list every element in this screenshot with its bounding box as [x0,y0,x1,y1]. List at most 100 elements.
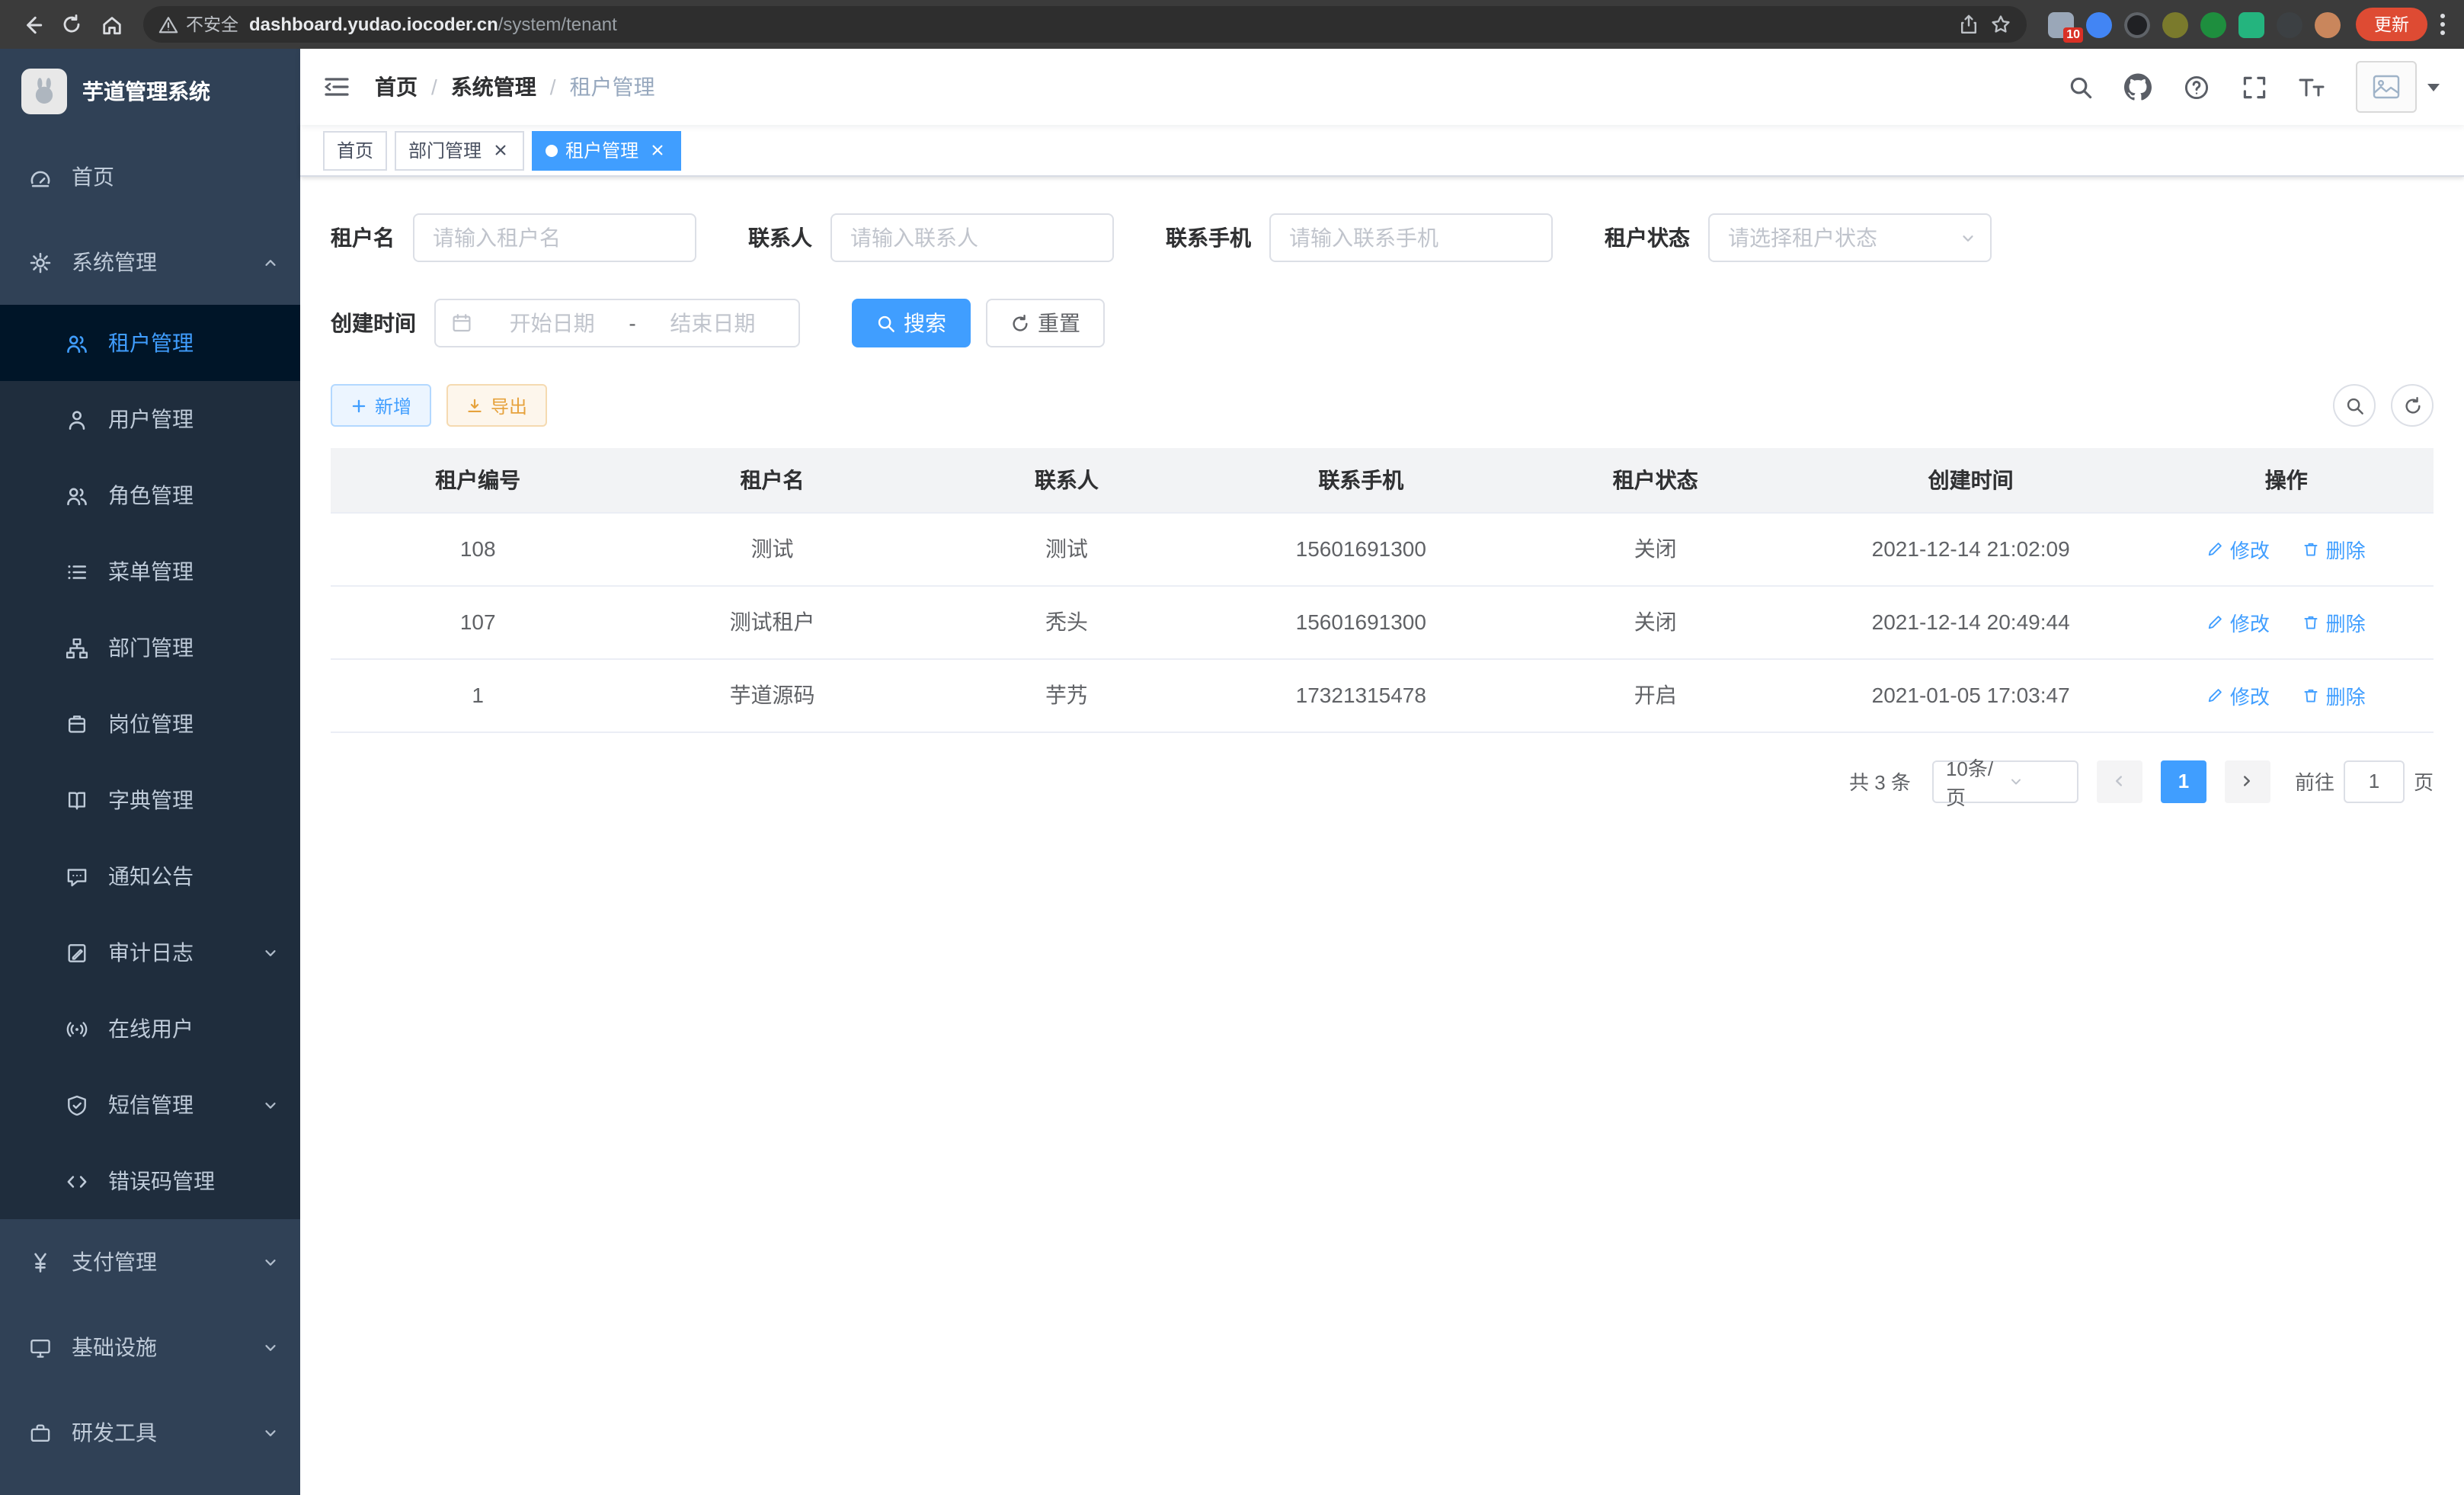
browser-menu-button[interactable] [2427,12,2452,37]
sidebar-item-devtools[interactable]: 研发工具 [0,1390,300,1475]
sidebar-item-dept[interactable]: 部门管理 [0,610,300,686]
sidebar-item-role[interactable]: 角色管理 [0,457,300,533]
sidebar-item-tenant[interactable]: 租户管理 [0,305,300,381]
question-icon [2183,74,2209,100]
sidebar-item-audit-log[interactable]: 审计日志 [0,914,300,991]
sidebar-item-post[interactable]: 岗位管理 [0,686,300,762]
browser-home-button[interactable] [91,5,131,44]
page-number-button[interactable]: 1 [2161,760,2206,802]
sidebar-item-sms[interactable]: 短信管理 [0,1067,300,1143]
extension-icon-5[interactable] [2200,11,2226,37]
sidebar-item-label: 通知公告 [108,861,194,892]
browser-update-button[interactable]: 更新 [2356,8,2427,41]
extension-icon-2[interactable] [2086,11,2112,37]
tab-close-button[interactable] [489,139,510,161]
header-search-button[interactable] [2060,67,2100,107]
page-size-select[interactable]: 10条/页 [1932,760,2078,802]
sidebar-item-label: 错误码管理 [108,1166,215,1196]
delete-link[interactable]: 删除 [2303,607,2366,636]
shield-icon [64,1093,88,1116]
help-doc-button[interactable] [2176,67,2216,107]
profile-avatar-icon[interactable] [2315,11,2341,37]
toolbox-icon [27,1421,52,1444]
edit-link[interactable]: 修改 [2207,607,2270,636]
chevron-down-icon [262,1096,279,1113]
extension-icon-4[interactable] [2162,11,2188,37]
chevron-down-icon [1960,229,1976,246]
close-icon [493,143,507,157]
extension-icon-3[interactable] [2124,11,2150,37]
reset-button[interactable]: 重置 [986,299,1105,347]
search-button[interactable]: 搜索 [852,299,971,347]
export-button[interactable]: 导出 [446,384,547,427]
search-form-row-2: 创建时间 开始日期 - 结束日期 搜索 [331,299,2434,347]
user-menu[interactable] [2356,61,2440,113]
contact-field: 联系人 [748,213,1114,262]
sidebar-item-system[interactable]: 系统管理 [0,219,300,305]
cell-status: 关闭 [1509,585,1803,658]
tab-home[interactable]: 首页 [323,130,387,170]
tenant-name-input[interactable] [413,213,696,262]
cell-phone: 15601691300 [1214,585,1508,658]
fullscreen-button[interactable] [2234,67,2274,107]
sidebar-item-error-code[interactable]: 错误码管理 [0,1143,300,1219]
sidebar-item-dict[interactable]: 字典管理 [0,762,300,838]
share-button[interactable] [1958,14,1979,35]
security-indicator[interactable]: 不安全 [158,12,238,37]
sidebar-menu: 首页 系统管理 租户管理 [0,134,300,1475]
address-bar[interactable]: 不安全 dashboard.yudao.iocoder.cn/system/te… [143,6,2027,43]
tags-view: 首页 部门管理 租户管理 [300,125,2464,177]
sidebar-item-payment[interactable]: 支付管理 [0,1219,300,1305]
sidebar-item-home[interactable]: 首页 [0,134,300,219]
edit-link[interactable]: 修改 [2207,680,2270,709]
browser-back-button[interactable] [12,5,52,44]
security-label: 不安全 [186,12,238,37]
browser-toolbar: 不安全 dashboard.yudao.iocoder.cn/system/te… [0,0,2464,49]
tab-close-button[interactable] [646,139,667,161]
next-page-button[interactable] [2225,760,2270,802]
sidebar-toggle-button[interactable] [323,75,360,99]
add-button[interactable]: 新增 [331,384,431,427]
delete-link[interactable]: 删除 [2303,680,2366,709]
date-range-picker[interactable]: 开始日期 - 结束日期 [434,299,800,347]
extension-icon-7[interactable] [2277,11,2302,37]
toggle-search-button[interactable] [2333,384,2376,427]
breadcrumb-system[interactable]: 系统管理 [451,72,536,102]
edit-icon [2207,613,2224,630]
col-status: 租户状态 [1509,448,1803,512]
contact-input[interactable] [830,213,1114,262]
delete-link[interactable]: 删除 [2303,534,2366,563]
sidebar-item-menu[interactable]: 菜单管理 [0,533,300,610]
phone-input[interactable] [1269,213,1553,262]
sidebar-item-notice[interactable]: 通知公告 [0,838,300,914]
chevron-down-icon [262,1253,279,1270]
font-size-icon [2298,75,2325,98]
status-select[interactable]: 请选择租户状态 [1708,213,1992,262]
github-link-button[interactable] [2118,67,2158,107]
sidebar-item-label: 租户管理 [108,328,194,358]
prev-page-button[interactable] [2097,760,2142,802]
edit-link[interactable]: 修改 [2207,534,2270,563]
breadcrumb-home[interactable]: 首页 [375,72,418,102]
table-header-row: 租户编号 租户名 联系人 联系手机 租户状态 创建时间 操作 [331,448,2434,512]
tab-tenant[interactable]: 租户管理 [532,130,681,170]
phone-field: 联系手机 [1166,213,1553,262]
chevron-down-icon [262,1339,279,1356]
star-icon [1990,14,2011,35]
sidebar-item-infra[interactable]: 基础设施 [0,1305,300,1390]
tab-dept[interactable]: 部门管理 [395,130,524,170]
sidebar-item-online-users[interactable]: 在线用户 [0,991,300,1067]
bookmark-button[interactable] [1990,14,2011,35]
refresh-table-button[interactable] [2391,384,2434,427]
breadcrumb-separator: / [550,75,556,99]
browser-reload-button[interactable] [52,5,91,44]
font-size-button[interactable] [2292,67,2331,107]
extension-icon-6[interactable] [2238,11,2264,37]
cell-tenant-name: 测试租户 [625,585,919,658]
sidebar-item-label: 菜单管理 [108,556,194,587]
goto-page-input[interactable] [2344,760,2405,802]
app-logo[interactable]: 芋道管理系统 [0,49,300,134]
sidebar-item-user[interactable]: 用户管理 [0,381,300,457]
extension-icon-1[interactable]: 10 [2048,11,2074,37]
hamburger-icon [323,75,350,99]
